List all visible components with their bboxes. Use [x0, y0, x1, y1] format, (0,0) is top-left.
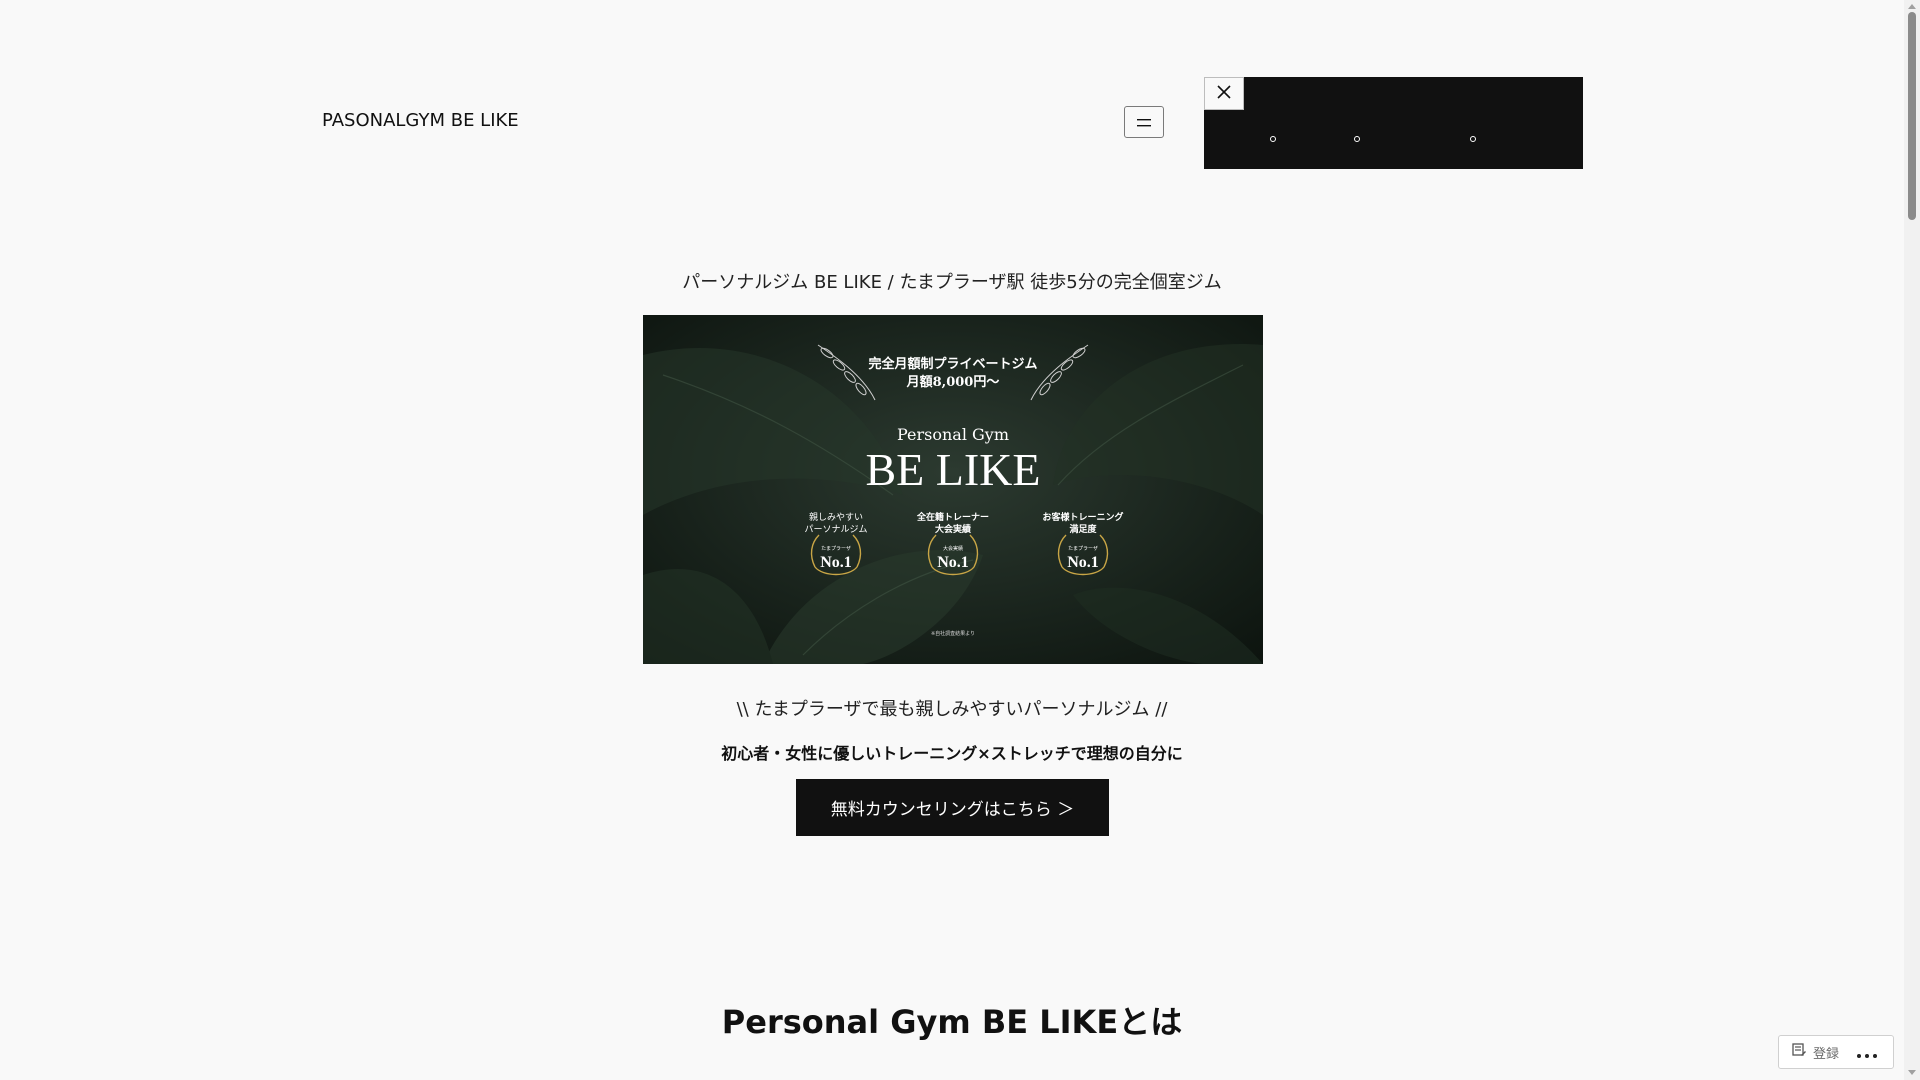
register-button[interactable]: 登録 — [1779, 1036, 1847, 1068]
award-label-line1: お客様トレーニング — [1042, 511, 1123, 523]
nav-item-bullet[interactable] — [1354, 136, 1360, 142]
hero-subline-bold: 初心者・女性に優しいトレーニング×ストレッチで理想の自分に — [721, 744, 1183, 763]
more-icon — [1855, 1043, 1879, 1062]
award-badge-small: 大会実績 — [943, 545, 963, 552]
scroll-up-arrow-icon[interactable] — [1908, 4, 1916, 9]
award-label-line1: 親しみやすい — [809, 511, 863, 523]
scroll-down-arrow-icon[interactable] — [1908, 1070, 1916, 1075]
hero-subline: \\ たまプラーザで最も親しみやすいパーソナルジム // — [736, 699, 1168, 720]
award-label-line2: 大会実績 — [935, 523, 971, 535]
hero-headline-line2: 月額8,000円〜 — [906, 374, 1000, 390]
hero-image: 完全月額制プライベートジム 月額8,000円〜 Personal Gym BE … — [643, 315, 1263, 664]
menu-close-button[interactable] — [1204, 77, 1244, 110]
menu-open-button[interactable] — [1124, 106, 1164, 138]
hero-tagline: パーソナルジム BE LIKE / たまプラーザ駅 徒歩5分の完全個室ジム — [682, 272, 1222, 293]
award-badge-small: たまプラーザ — [821, 546, 851, 552]
more-options-button[interactable] — [1847, 1036, 1887, 1068]
award-label-line2: 満足度 — [1069, 523, 1097, 535]
hero-footnote: ※自社調査結果より — [931, 630, 975, 637]
navigation-overlay — [1204, 77, 1583, 169]
hamburger-icon — [1136, 113, 1152, 132]
award-badge-rank: No.1 — [1067, 554, 1099, 571]
admin-floating-bar: 登録 — [1778, 1035, 1894, 1069]
scrollbar-thumb[interactable] — [1908, 12, 1916, 220]
free-counseling-button[interactable]: 無料カウンセリングはこちら ＞ — [796, 779, 1109, 836]
site-title[interactable]: PASONALGYM BE LIKE — [322, 110, 519, 131]
page: PASONALGYM BE LIKE パーソナルジム BE LIKE / たまプ… — [0, 0, 1920, 1080]
hero-brand-large: BE LIKE — [865, 444, 1040, 495]
award-badge-small: たまプラーザ — [1068, 546, 1098, 552]
award-label-line1: 全在籍トレーナー — [916, 511, 989, 523]
about-section-title: Personal Gym BE LIKEとは — [721, 1003, 1183, 1041]
register-icon — [1791, 1042, 1807, 1062]
hero-headline-line1: 完全月額制プライベートジム — [868, 356, 1037, 372]
award-badge-rank: No.1 — [820, 554, 852, 571]
award-label-line2: パーソナルジム — [804, 524, 867, 535]
nav-item-bullet[interactable] — [1470, 136, 1476, 142]
vertical-scrollbar[interactable] — [1904, 0, 1920, 1080]
register-label: 登録 — [1813, 1046, 1840, 1062]
award-badge-rank: No.1 — [937, 554, 969, 571]
close-icon — [1216, 84, 1232, 104]
hero-brand-small: Personal Gym — [897, 425, 1009, 444]
nav-item-bullet[interactable] — [1270, 136, 1276, 142]
